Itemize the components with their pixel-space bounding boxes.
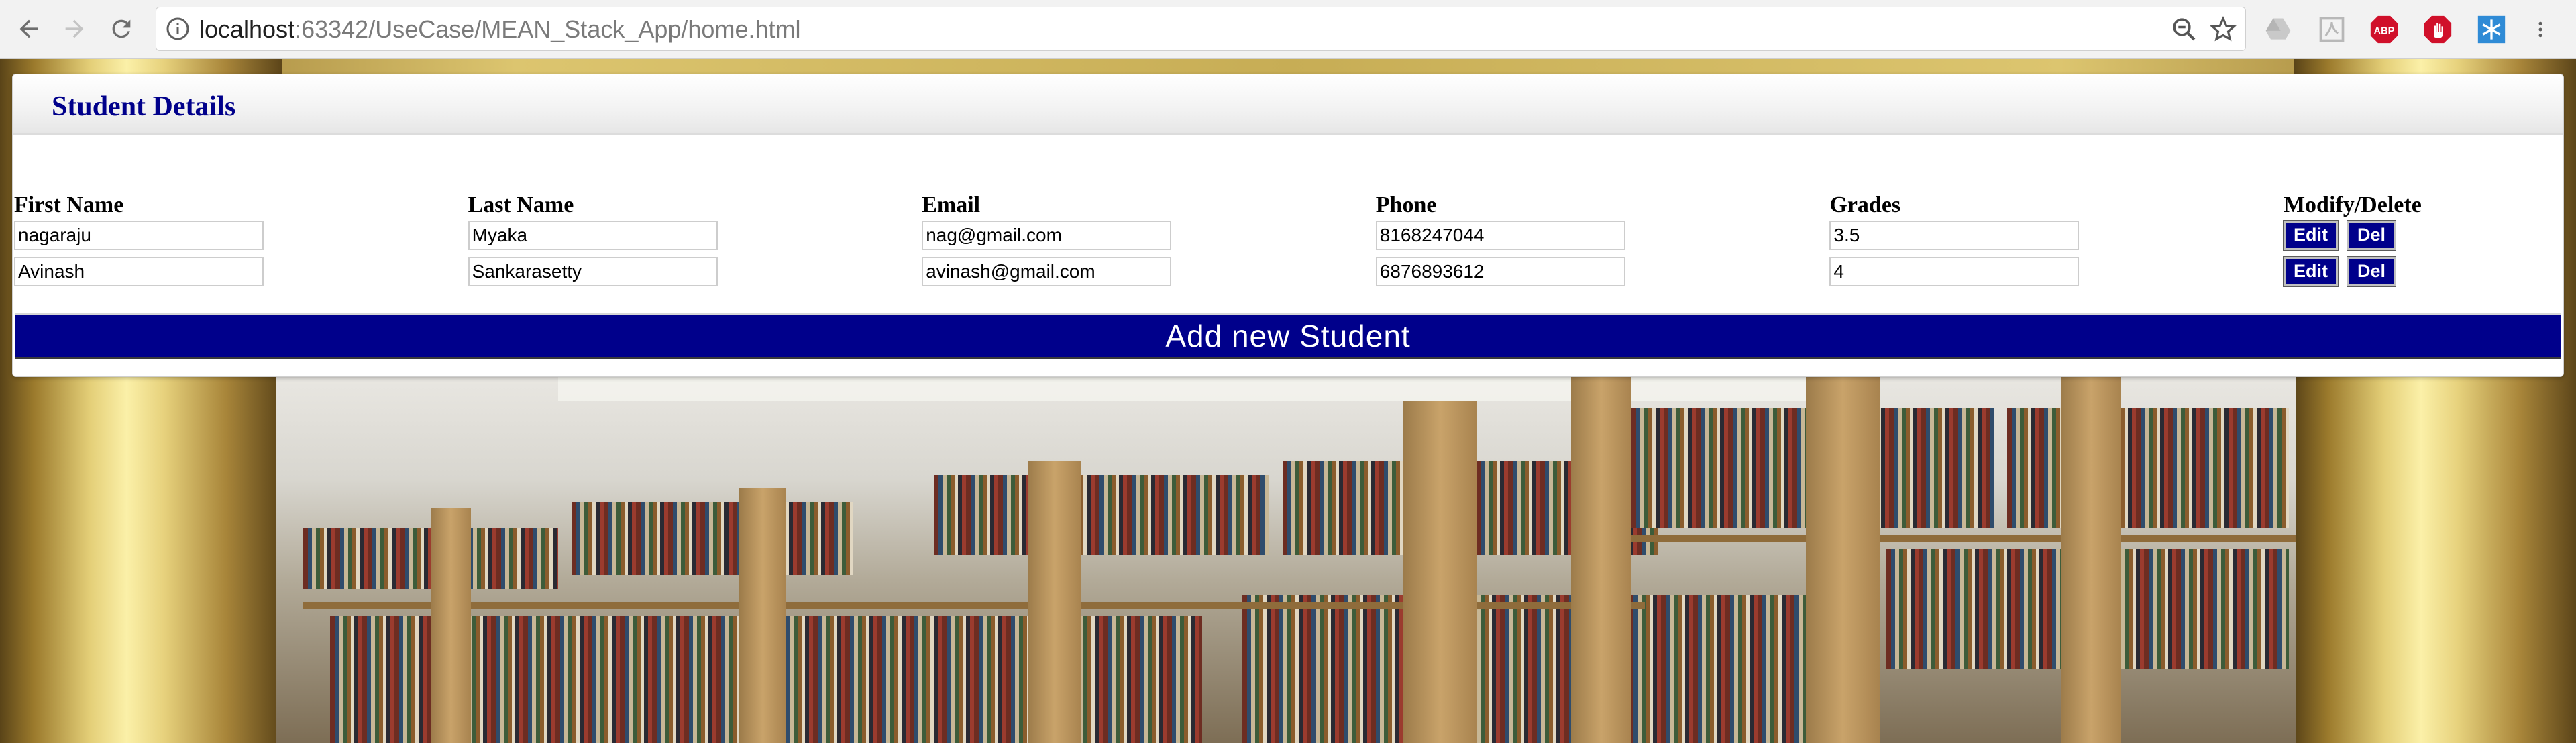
first-name-input[interactable]	[14, 257, 264, 286]
back-arrow-icon	[19, 19, 38, 38]
edit-button[interactable]: Edit	[2282, 220, 2339, 251]
panel-header: Student Details	[13, 74, 2563, 135]
bookshelves-photo	[276, 374, 2296, 743]
snowflake-icon[interactable]	[2477, 15, 2506, 44]
students-table: First Name Last Name Email Phone Grades …	[14, 191, 2563, 290]
adblock-label: ABP	[2374, 25, 2395, 36]
url-host: localhost	[199, 15, 295, 43]
column-header-modify-delete: Modify/Delete	[2283, 192, 2422, 217]
address-bar[interactable]: localhost:63342/UseCase/MEAN_Stack_App/h…	[156, 7, 2246, 51]
email-input[interactable]	[922, 257, 1172, 286]
hand-stop-icon[interactable]	[2423, 15, 2453, 44]
last-name-input[interactable]	[468, 221, 718, 250]
zoom-icon[interactable]	[2170, 15, 2198, 44]
table-row: EditDel	[14, 218, 2563, 254]
browser-toolbar: localhost:63342/UseCase/MEAN_Stack_App/h…	[0, 0, 2576, 59]
first-name-input[interactable]	[14, 221, 264, 250]
forward-button[interactable]	[55, 9, 94, 48]
column-header-grades: Grades	[1829, 192, 1901, 217]
phone-input[interactable]	[1375, 221, 1625, 250]
last-name-input[interactable]	[468, 257, 718, 286]
delete-button[interactable]: Del	[2346, 220, 2397, 251]
column-header-email: Email	[922, 192, 981, 217]
forward-arrow-icon	[65, 19, 84, 38]
table-header-row: First Name Last Name Email Phone Grades …	[14, 191, 2563, 218]
column-header-last-name: Last Name	[468, 192, 574, 217]
reload-button[interactable]	[102, 9, 141, 48]
column-header-phone: Phone	[1375, 192, 1437, 217]
url-text[interactable]: localhost:63342/UseCase/MEAN_Stack_App/h…	[199, 15, 800, 44]
menu-icon[interactable]	[2530, 15, 2551, 44]
drive-icon[interactable]	[2263, 15, 2293, 44]
email-input[interactable]	[922, 221, 1172, 250]
page-title: Student Details	[52, 91, 236, 122]
add-student-button[interactable]: Add new Student	[15, 313, 2561, 359]
url-path: :63342/UseCase/MEAN_Stack_App/home.html	[294, 15, 801, 43]
edit-button[interactable]: Edit	[2282, 256, 2339, 287]
bookmark-star-icon[interactable]	[2209, 15, 2237, 44]
table-row: EditDel	[14, 254, 2563, 290]
info-icon[interactable]	[166, 17, 190, 41]
pdf-icon[interactable]	[2317, 15, 2347, 44]
phone-input[interactable]	[1375, 257, 1625, 286]
grades-input[interactable]	[1829, 257, 2080, 286]
column-header-first-name: First Name	[14, 192, 124, 217]
adblock-icon[interactable]: ABP	[2369, 15, 2399, 44]
reload-icon	[112, 19, 131, 38]
delete-button[interactable]: Del	[2346, 256, 2397, 287]
back-button[interactable]	[9, 9, 48, 48]
grades-input[interactable]	[1829, 221, 2080, 250]
student-details-panel: Student Details First Name Last Name Ema…	[12, 74, 2564, 377]
